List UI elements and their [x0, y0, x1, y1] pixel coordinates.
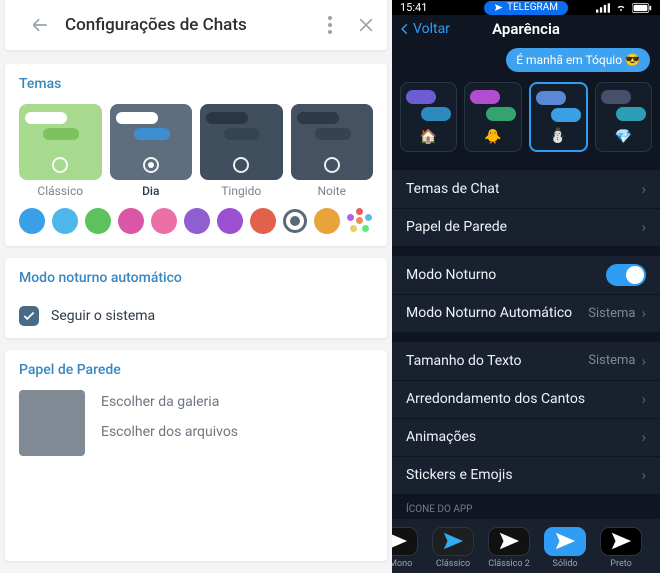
- wallpaper-section: Papel de Parede Escolher da galeria Esco…: [5, 350, 387, 561]
- theme-tile-noite[interactable]: [291, 104, 374, 180]
- color-swatch[interactable]: [85, 208, 111, 234]
- chat-theme-option[interactable]: 💎: [595, 82, 652, 152]
- chevron-right-icon: ›: [641, 304, 646, 322]
- themes-section: Temas Clássico Dia Tingido Noite: [5, 64, 387, 246]
- row-value: Sistema: [588, 353, 635, 368]
- color-swatch-custom[interactable]: [347, 208, 373, 234]
- app-icon-option[interactable]: o Mono: [392, 527, 422, 569]
- row-animations[interactable]: Animações›: [392, 418, 660, 456]
- wifi-icon: [614, 3, 628, 13]
- night-mode-section: Modo noturno automático Seguir o sistema: [5, 258, 387, 338]
- color-swatch[interactable]: [19, 208, 45, 234]
- section-title-wallpaper: Papel de Parede: [19, 362, 373, 378]
- status-bar: 15:41 TELEGRAM: [392, 0, 660, 15]
- chevron-right-icon: ›: [641, 218, 646, 236]
- row-label: Stickers e Emojis: [406, 467, 641, 483]
- theme-label: Noite: [291, 184, 374, 198]
- row-label: Modo Noturno Automático: [406, 305, 588, 321]
- battery-icon: [632, 3, 652, 13]
- app-icon-option[interactable]: Clássico 2: [484, 527, 534, 569]
- color-swatch[interactable]: [184, 208, 210, 234]
- nav-bar: Voltar Aparência: [392, 15, 660, 41]
- choose-from-files[interactable]: Escolher dos arquivos: [101, 424, 238, 440]
- color-swatch[interactable]: [118, 208, 144, 234]
- status-time: 15:41: [400, 1, 427, 14]
- app-icon-option[interactable]: Preto: [596, 527, 646, 569]
- section-title-themes: Temas: [19, 76, 373, 92]
- more-icon[interactable]: [319, 14, 341, 36]
- chevron-right-icon: ›: [641, 466, 646, 484]
- color-swatch[interactable]: [250, 208, 276, 234]
- chat-preview: É manhã em Tóquio 😎: [402, 48, 650, 72]
- color-swatch[interactable]: [314, 208, 340, 234]
- app-icon-label: Clássico 2: [488, 559, 530, 569]
- page-title: Configurações de Chats: [65, 15, 305, 35]
- follow-system-label: Seguir o sistema: [51, 308, 155, 324]
- app-icon-option[interactable]: Sólido: [540, 527, 590, 569]
- row-stickers-emojis[interactable]: Stickers e Emojis›: [392, 456, 660, 494]
- row-label: Papel de Parede: [406, 219, 641, 235]
- row-wallpaper[interactable]: Papel de Parede›: [392, 208, 660, 246]
- nav-back-button[interactable]: Voltar: [398, 21, 450, 37]
- toggle-on[interactable]: [606, 264, 646, 286]
- color-swatch[interactable]: [151, 208, 177, 234]
- color-swatch[interactable]: [52, 208, 78, 234]
- chat-theme-option[interactable]: 🏠: [400, 82, 457, 152]
- preview-message-bubble: É manhã em Tóquio 😎: [506, 48, 650, 72]
- header: Configurações de Chats: [5, 0, 387, 50]
- checkbox-checked-icon: [19, 306, 39, 326]
- ios-appearance-panel: 15:41 TELEGRAM Voltar Aparência É manhã …: [392, 0, 660, 573]
- close-icon[interactable]: [355, 14, 377, 36]
- nav-title: Aparência: [492, 20, 560, 38]
- theme-tile-tingido[interactable]: [200, 104, 283, 180]
- chevron-right-icon: ›: [641, 180, 646, 198]
- chevron-right-icon: ›: [641, 428, 646, 446]
- chevron-right-icon: ›: [641, 352, 646, 370]
- follow-system-row[interactable]: Seguir o sistema: [19, 298, 373, 326]
- row-corner-rounding[interactable]: Arredondamento dos Cantos›: [392, 380, 660, 418]
- row-label: Temas de Chat: [406, 181, 641, 197]
- chat-theme-option[interactable]: 🐥: [464, 82, 521, 152]
- app-icon-option[interactable]: Clássico: [428, 527, 478, 569]
- theme-label: Dia: [110, 184, 193, 198]
- section-title-night: Modo noturno automático: [19, 270, 373, 286]
- row-text-size[interactable]: Tamanho do TextoSistema ›: [392, 342, 660, 380]
- wallpaper-thumbnail[interactable]: [19, 390, 85, 456]
- row-chat-themes[interactable]: Temas de Chat›: [392, 170, 660, 208]
- app-icon-label: Preto: [610, 559, 631, 569]
- chevron-right-icon: ›: [641, 390, 646, 408]
- row-label: Arredondamento dos Cantos: [406, 391, 641, 407]
- app-icon-label: o Mono: [392, 559, 412, 569]
- chat-theme-option[interactable]: ⛄: [529, 82, 588, 152]
- theme-tile-clássico[interactable]: [19, 104, 102, 180]
- row-night-mode[interactable]: Modo Noturno: [392, 256, 660, 294]
- theme-label: Tingido: [200, 184, 283, 198]
- android-chat-settings-panel: Configurações de Chats Temas Clássico Dia…: [0, 0, 392, 573]
- return-to-app-pill[interactable]: TELEGRAM: [484, 1, 568, 15]
- row-auto-night-mode[interactable]: Modo Noturno AutomáticoSistema ›: [392, 294, 660, 332]
- row-value: Sistema: [588, 306, 635, 321]
- signal-icon: [596, 3, 610, 13]
- app-icon-label: Clássico: [436, 559, 470, 569]
- color-swatch[interactable]: [217, 208, 243, 234]
- app-icon-label: Sólido: [552, 559, 577, 569]
- row-label: Modo Noturno: [406, 267, 606, 283]
- row-label: Animações: [406, 429, 641, 445]
- choose-from-gallery[interactable]: Escolher da galeria: [101, 394, 238, 410]
- row-label: Tamanho do Texto: [406, 353, 588, 369]
- theme-tile-dia[interactable]: [110, 104, 193, 180]
- appicon-caption: Ícone do App: [392, 494, 660, 519]
- color-swatch-selected[interactable]: [283, 209, 307, 233]
- back-icon[interactable]: [29, 14, 51, 36]
- theme-label: Clássico: [19, 184, 102, 198]
